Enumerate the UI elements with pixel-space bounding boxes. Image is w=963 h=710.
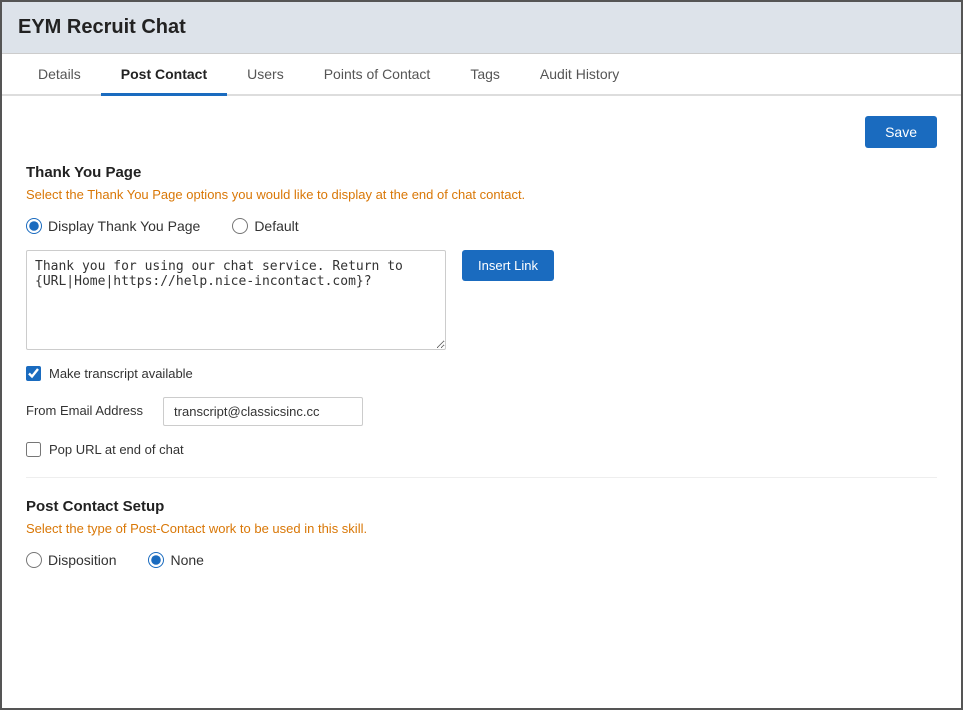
tab-post-contact[interactable]: Post Contact	[101, 54, 227, 94]
radio-none-text: None	[170, 552, 203, 568]
post-contact-radio-group: Disposition None	[26, 552, 937, 568]
thank-you-page-section: Thank You Page Select the Thank You Page…	[26, 164, 937, 457]
pop-url-row: Pop URL at end of chat	[26, 442, 937, 457]
app-window: EYM Recruit Chat Details Post Contact Us…	[0, 0, 963, 710]
post-contact-setup-section: Post Contact Setup Select the type of Po…	[26, 498, 937, 568]
from-email-label: From Email Address	[26, 402, 143, 420]
tab-points-of-contact[interactable]: Points of Contact	[304, 54, 451, 94]
thank-you-page-title: Thank You Page	[26, 164, 937, 181]
radio-display-input[interactable]	[26, 218, 42, 234]
thank-you-textarea[interactable]	[26, 250, 446, 350]
tab-users[interactable]: Users	[227, 54, 304, 94]
radio-disposition-label[interactable]: Disposition	[26, 552, 116, 568]
radio-display-label[interactable]: Display Thank You Page	[26, 218, 200, 234]
tab-details[interactable]: Details	[18, 54, 101, 94]
radio-default-input[interactable]	[232, 218, 248, 234]
post-contact-desc: Select the type of Post-Contact work to …	[26, 521, 937, 536]
thank-you-radio-group: Display Thank You Page Default	[26, 218, 937, 234]
radio-none-label[interactable]: None	[148, 552, 203, 568]
from-email-input[interactable]	[163, 397, 363, 426]
make-transcript-checkbox[interactable]	[26, 366, 41, 381]
textarea-row: Insert Link	[26, 250, 937, 350]
tab-audit-history[interactable]: Audit History	[520, 54, 639, 94]
save-button[interactable]: Save	[865, 116, 937, 148]
post-desc-suffix: work to be used in this skill.	[205, 521, 367, 536]
radio-default-text: Default	[254, 218, 298, 234]
section-divider	[26, 477, 937, 478]
pop-url-checkbox[interactable]	[26, 442, 41, 457]
post-contact-title: Post Contact Setup	[26, 498, 937, 515]
from-email-row: From Email Address	[26, 397, 937, 426]
desc-prefix: Select the	[26, 187, 87, 202]
app-title: EYM Recruit Chat	[18, 16, 186, 38]
radio-disposition-text: Disposition	[48, 552, 116, 568]
make-transcript-row: Make transcript available	[26, 366, 937, 381]
post-desc-prefix: Select the type of	[26, 521, 130, 536]
desc-link: Thank You Page	[87, 187, 182, 202]
thank-you-page-desc: Select the Thank You Page options you wo…	[26, 187, 937, 202]
post-desc-link: Post-Contact	[130, 521, 205, 536]
radio-display-text: Display Thank You Page	[48, 218, 200, 234]
pop-url-label: Pop URL at end of chat	[49, 442, 184, 457]
radio-disposition-input[interactable]	[26, 552, 42, 568]
radio-default-label[interactable]: Default	[232, 218, 298, 234]
make-transcript-label: Make transcript available	[49, 366, 193, 381]
save-row: Save	[26, 116, 937, 148]
nav-tabs: Details Post Contact Users Points of Con…	[2, 54, 961, 96]
title-bar: EYM Recruit Chat	[2, 2, 961, 54]
tab-tags[interactable]: Tags	[450, 54, 520, 94]
radio-none-input[interactable]	[148, 552, 164, 568]
insert-link-button[interactable]: Insert Link	[462, 250, 554, 281]
desc-suffix: options you would like to display at the…	[183, 187, 526, 202]
content-area: Save Thank You Page Select the Thank You…	[2, 96, 961, 708]
